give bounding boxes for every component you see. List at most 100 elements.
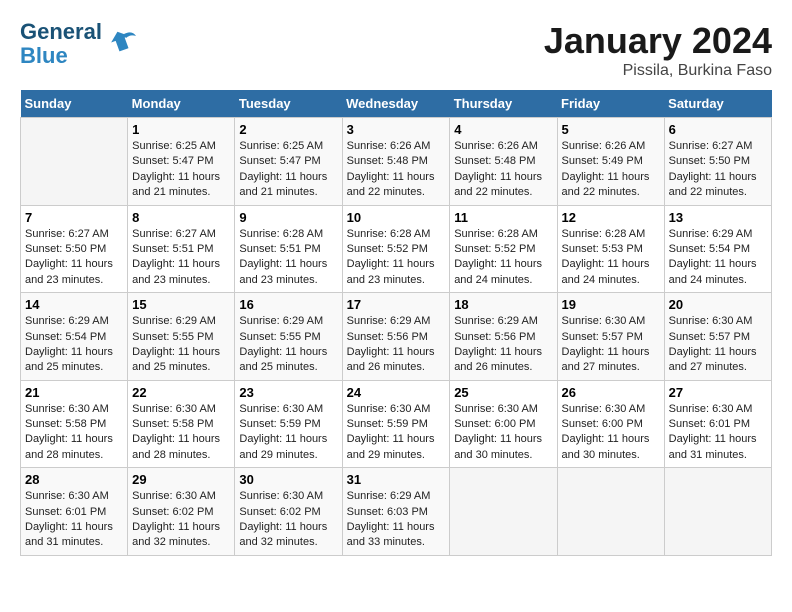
calendar-cell: 17 Sunrise: 6:29 AMSunset: 5:56 PMDayligh… (342, 293, 450, 381)
calendar-cell: 16 Sunrise: 6:29 AMSunset: 5:55 PMDayligh… (235, 293, 342, 381)
day-info: Sunrise: 6:30 AMSunset: 6:00 PMDaylight:… (454, 402, 552, 464)
day-info: Sunrise: 6:29 AMSunset: 5:55 PMDaylight:… (239, 314, 337, 376)
calendar-cell: 26 Sunrise: 6:30 AMSunset: 6:00 PMDayligh… (557, 380, 664, 468)
calendar-cell: 29 Sunrise: 6:30 AMSunset: 6:02 PMDayligh… (128, 468, 235, 556)
day-number: 30 (239, 472, 337, 487)
day-number: 11 (454, 210, 552, 225)
day-number: 17 (347, 297, 446, 312)
logo-bird-icon (106, 26, 138, 63)
calendar-cell: 18 Sunrise: 6:29 AMSunset: 5:56 PMDayligh… (450, 293, 557, 381)
calendar-cell: 6Sunrise: 6:27 AMSunset: 5:50 PMDaylight… (664, 118, 771, 206)
calendar-cell: 9 Sunrise: 6:28 AMSunset: 5:51 PMDaylight… (235, 205, 342, 293)
day-info: Sunrise: 6:30 AMSunset: 5:58 PMDaylight:… (132, 402, 230, 464)
day-info: Sunrise: 6:30 AMSunset: 5:59 PMDaylight:… (347, 402, 446, 464)
day-info: Sunrise: 6:30 AMSunset: 6:00 PMDaylight:… (562, 402, 660, 464)
calendar-week-row: 1Sunrise: 6:25 AMSunset: 5:47 PMDaylight… (21, 118, 772, 206)
day-info: Sunrise: 6:29 AMSunset: 6:03 PMDaylight:… (347, 489, 446, 551)
day-number: 15 (132, 297, 230, 312)
day-info: Sunrise: 6:30 AMSunset: 6:02 PMDaylight:… (132, 489, 230, 551)
calendar-cell: 30 Sunrise: 6:30 AMSunset: 6:02 PMDayligh… (235, 468, 342, 556)
calendar-cell: 5Sunrise: 6:26 AMSunset: 5:49 PMDaylight… (557, 118, 664, 206)
day-info: Sunrise: 6:28 AMSunset: 5:52 PMDaylight:… (347, 227, 446, 289)
calendar-cell: 13Sunrise: 6:29 AMSunset: 5:54 PMDayligh… (664, 205, 771, 293)
day-number: 31 (347, 472, 446, 487)
day-info: Sunrise: 6:28 AMSunset: 5:52 PMDaylight:… (454, 227, 552, 289)
day-info: Sunrise: 6:29 AMSunset: 5:54 PMDaylight:… (669, 227, 767, 289)
day-number: 3 (347, 122, 446, 137)
calendar-table: SundayMondayTuesdayWednesdayThursdayFrid… (20, 90, 772, 556)
weekday-header-wednesday: Wednesday (342, 90, 450, 118)
calendar-cell: 27Sunrise: 6:30 AMSunset: 6:01 PMDayligh… (664, 380, 771, 468)
title-block: January 2024 Pissila, Burkina Faso (544, 20, 772, 80)
calendar-cell: 1Sunrise: 6:25 AMSunset: 5:47 PMDaylight… (128, 118, 235, 206)
day-number: 28 (25, 472, 123, 487)
day-number: 5 (562, 122, 660, 137)
logo-general: General (20, 19, 102, 44)
day-info: Sunrise: 6:29 AMSunset: 5:55 PMDaylight:… (132, 314, 230, 376)
weekday-header-tuesday: Tuesday (235, 90, 342, 118)
calendar-cell (664, 468, 771, 556)
calendar-cell: 3 Sunrise: 6:26 AMSunset: 5:48 PMDaylight… (342, 118, 450, 206)
weekday-header-saturday: Saturday (664, 90, 771, 118)
day-info: Sunrise: 6:26 AMSunset: 5:48 PMDaylight:… (347, 139, 446, 201)
calendar-cell: 21 Sunrise: 6:30 AMSunset: 5:58 PMDayligh… (21, 380, 128, 468)
calendar-cell: 24 Sunrise: 6:30 AMSunset: 5:59 PMDayligh… (342, 380, 450, 468)
calendar-cell: 8 Sunrise: 6:27 AMSunset: 5:51 PMDaylight… (128, 205, 235, 293)
logo: General Blue (20, 20, 138, 68)
day-number: 14 (25, 297, 123, 312)
day-number: 16 (239, 297, 337, 312)
day-number: 2 (239, 122, 337, 137)
day-info: Sunrise: 6:30 AMSunset: 6:02 PMDaylight:… (239, 489, 337, 551)
day-info: Sunrise: 6:30 AMSunset: 5:58 PMDaylight:… (25, 402, 123, 464)
day-info: Sunrise: 6:27 AMSunset: 5:50 PMDaylight:… (25, 227, 123, 289)
day-number: 25 (454, 385, 552, 400)
day-info: Sunrise: 6:27 AMSunset: 5:51 PMDaylight:… (132, 227, 230, 289)
day-number: 18 (454, 297, 552, 312)
calendar-week-row: 7Sunrise: 6:27 AMSunset: 5:50 PMDaylight… (21, 205, 772, 293)
day-number: 8 (132, 210, 230, 225)
weekday-header-sunday: Sunday (21, 90, 128, 118)
day-number: 26 (562, 385, 660, 400)
day-info: Sunrise: 6:30 AMSunset: 6:01 PMDaylight:… (25, 489, 123, 551)
calendar-cell: 15 Sunrise: 6:29 AMSunset: 5:55 PMDayligh… (128, 293, 235, 381)
day-number: 21 (25, 385, 123, 400)
day-number: 22 (132, 385, 230, 400)
day-number: 10 (347, 210, 446, 225)
calendar-cell: 31 Sunrise: 6:29 AMSunset: 6:03 PMDayligh… (342, 468, 450, 556)
calendar-cell: 19Sunrise: 6:30 AMSunset: 5:57 PMDayligh… (557, 293, 664, 381)
day-info: Sunrise: 6:30 AMSunset: 5:57 PMDaylight:… (669, 314, 767, 376)
weekday-header-friday: Friday (557, 90, 664, 118)
weekday-header-row: SundayMondayTuesdayWednesdayThursdayFrid… (21, 90, 772, 118)
page-header: General Blue January 2024 Pissila, Burki… (20, 20, 772, 80)
weekday-header-monday: Monday (128, 90, 235, 118)
calendar-cell (557, 468, 664, 556)
calendar-cell: 23 Sunrise: 6:30 AMSunset: 5:59 PMDayligh… (235, 380, 342, 468)
day-number: 9 (239, 210, 337, 225)
day-info: Sunrise: 6:28 AMSunset: 5:53 PMDaylight:… (562, 227, 660, 289)
calendar-cell (450, 468, 557, 556)
day-info: Sunrise: 6:26 AMSunset: 5:48 PMDaylight:… (454, 139, 552, 201)
day-number: 23 (239, 385, 337, 400)
calendar-cell: 12 Sunrise: 6:28 AMSunset: 5:53 PMDayligh… (557, 205, 664, 293)
day-number: 19 (562, 297, 660, 312)
calendar-week-row: 21 Sunrise: 6:30 AMSunset: 5:58 PMDayligh… (21, 380, 772, 468)
day-info: Sunrise: 6:30 AMSunset: 5:59 PMDaylight:… (239, 402, 337, 464)
logo-blue: Blue (20, 43, 68, 68)
calendar-cell (21, 118, 128, 206)
day-number: 20 (669, 297, 767, 312)
day-number: 12 (562, 210, 660, 225)
day-info: Sunrise: 6:30 AMSunset: 6:01 PMDaylight:… (669, 402, 767, 464)
calendar-cell: 28 Sunrise: 6:30 AMSunset: 6:01 PMDayligh… (21, 468, 128, 556)
day-number: 24 (347, 385, 446, 400)
day-info: Sunrise: 6:29 AMSunset: 5:56 PMDaylight:… (454, 314, 552, 376)
day-number: 6 (669, 122, 767, 137)
day-number: 29 (132, 472, 230, 487)
calendar-week-row: 28 Sunrise: 6:30 AMSunset: 6:01 PMDayligh… (21, 468, 772, 556)
calendar-cell: 20 Sunrise: 6:30 AMSunset: 5:57 PMDayligh… (664, 293, 771, 381)
calendar-week-row: 14Sunrise: 6:29 AMSunset: 5:54 PMDayligh… (21, 293, 772, 381)
day-info: Sunrise: 6:28 AMSunset: 5:51 PMDaylight:… (239, 227, 337, 289)
day-info: Sunrise: 6:29 AMSunset: 5:56 PMDaylight:… (347, 314, 446, 376)
weekday-header-thursday: Thursday (450, 90, 557, 118)
calendar-cell: 2Sunrise: 6:25 AMSunset: 5:47 PMDaylight… (235, 118, 342, 206)
calendar-cell: 25 Sunrise: 6:30 AMSunset: 6:00 PMDayligh… (450, 380, 557, 468)
